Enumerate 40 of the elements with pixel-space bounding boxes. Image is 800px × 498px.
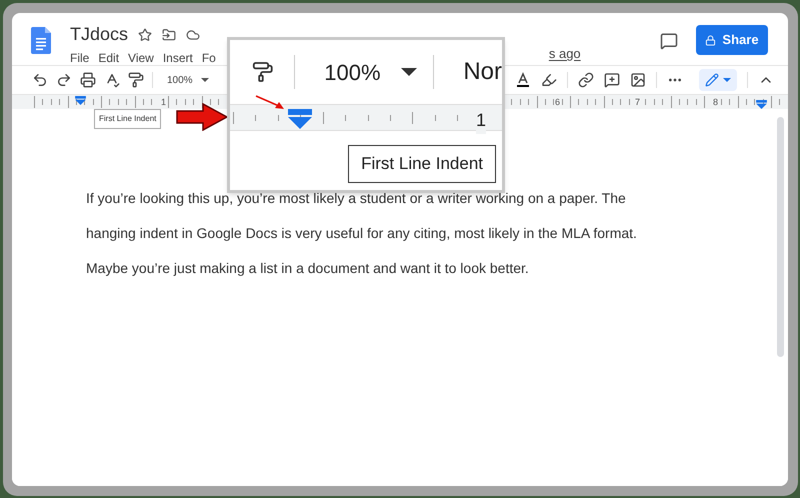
- undo-icon[interactable]: [32, 72, 48, 88]
- pencil-icon: [705, 73, 719, 87]
- menu-item[interactable]: File: [70, 49, 90, 67]
- indent-tooltip: First Line Indent: [94, 109, 162, 129]
- style-dropdown[interactable]: Nor: [463, 54, 502, 90]
- paragraph-line: If you’re looking this up, you’re most likely a student or a writer working on a paper. The: [86, 189, 627, 208]
- comment-icon[interactable]: [660, 32, 678, 50]
- last-edit-link[interactable]: s ago: [548, 46, 581, 62]
- indent-tooltip: First Line Indent: [348, 145, 496, 182]
- share-button[interactable]: Share: [696, 25, 768, 55]
- menu-item[interactable]: View: [128, 49, 154, 67]
- pointer-arrow-icon: [255, 95, 285, 110]
- cloud-icon[interactable]: [186, 28, 200, 42]
- lock-icon: [705, 34, 716, 46]
- star-icon[interactable]: [138, 28, 152, 42]
- document-title[interactable]: TJdocs: [70, 21, 128, 48]
- add-comment-icon[interactable]: [604, 72, 620, 88]
- paragraph-line: Maybe you’re just making a list in a document and want it to look better.: [86, 259, 530, 278]
- menu-item[interactable]: Fo: [202, 49, 216, 67]
- first-line-indent-marker: [75, 96, 86, 105]
- text-color-icon[interactable]: [515, 72, 531, 88]
- ruler-number: 7: [634, 95, 642, 109]
- zoom-dropdown[interactable]: 100%: [324, 56, 417, 88]
- first-line-indent-marker: [288, 109, 312, 129]
- redo-icon[interactable]: [56, 72, 72, 88]
- print-icon[interactable]: [80, 72, 96, 88]
- right-indent-marker: [756, 100, 767, 109]
- document-logo-icon[interactable]: [31, 27, 51, 54]
- folder-icon[interactable]: [162, 28, 176, 42]
- zoom-dropdown[interactable]: 100%: [167, 72, 209, 88]
- scrollbar[interactable]: [777, 117, 784, 357]
- image-icon[interactable]: [630, 72, 646, 88]
- paragraph-line: hanging indent in Google Docs is very useful for any citing, most likely in the MLA format.: [86, 224, 638, 243]
- menu-item[interactable]: Edit: [98, 49, 120, 67]
- highlighter-icon[interactable]: [541, 72, 557, 88]
- link-icon[interactable]: [578, 72, 594, 88]
- callout-arrow-icon: [176, 103, 228, 131]
- paint-format-icon[interactable]: [128, 72, 144, 88]
- menu-item[interactable]: Insert: [162, 49, 193, 67]
- editing-mode-button[interactable]: [699, 69, 737, 91]
